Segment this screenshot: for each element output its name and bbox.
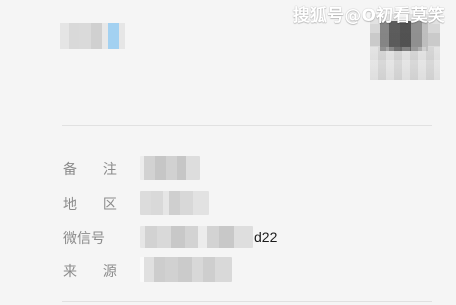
region-label: 地 区 — [63, 196, 128, 212]
source-watermark: 搜狐号@O初看莫笑 — [292, 6, 445, 26]
wechat-id-visible-suffix: d22 — [254, 229, 278, 245]
profile-header: 搜狐号@O初看莫笑 — [0, 0, 456, 125]
blurred-source-value — [140, 257, 232, 282]
wechat-id-label: 微信号 — [63, 230, 105, 246]
bottom-divider — [62, 301, 432, 302]
source-label: 来 源 — [63, 263, 128, 279]
blurred-remark-value — [140, 156, 200, 180]
source-row[interactable]: 来 源 — [0, 252, 456, 282]
blurred-region-value — [140, 191, 209, 215]
remark-row[interactable]: 备 注 — [0, 150, 456, 180]
blurred-wechat-id-value — [140, 226, 253, 248]
blurred-contact-name — [60, 23, 125, 49]
wechat-id-row[interactable]: 微信号 d22 — [0, 219, 456, 249]
contact-profile-screen: 搜狐号@O初看莫笑 备 注 地 区 微信号 d22 来 源 — [0, 0, 456, 305]
region-row[interactable]: 地 区 — [0, 185, 456, 215]
header-divider — [62, 125, 432, 126]
remark-label: 备 注 — [63, 161, 128, 177]
